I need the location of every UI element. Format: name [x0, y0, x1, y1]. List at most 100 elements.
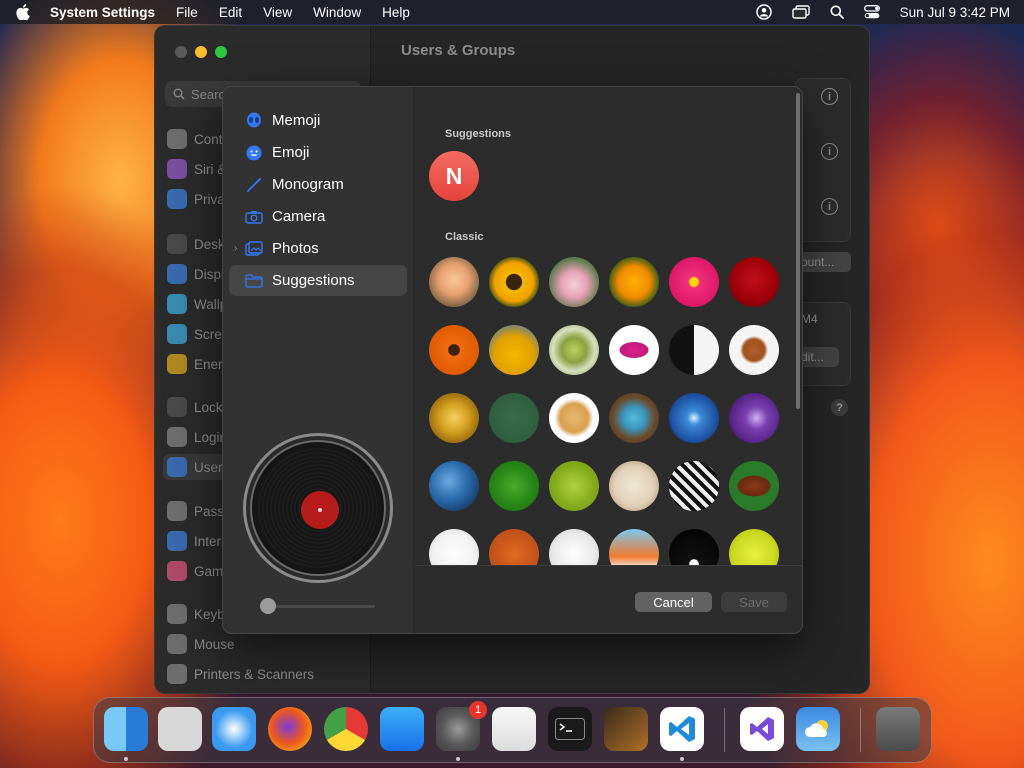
vscode-app-icon[interactable] [660, 707, 704, 751]
classic-picture-poppy[interactable] [609, 257, 659, 307]
classic-picture-leaf[interactable] [489, 461, 539, 511]
app-store-app-icon[interactable] [380, 707, 424, 751]
textedit-app-icon[interactable] [492, 707, 536, 751]
dock-separator [724, 708, 725, 752]
classic-picture-dandelion[interactable] [549, 325, 599, 375]
spotlight-search-icon[interactable] [830, 5, 844, 19]
source-camera[interactable]: Camera [229, 201, 407, 232]
user-account-icon[interactable] [755, 4, 772, 20]
classic-picture-sand-dollar[interactable] [609, 461, 659, 511]
source-suggestions[interactable]: Suggestions [229, 265, 407, 296]
safari-app-icon[interactable] [212, 707, 256, 751]
dock: 1 [93, 697, 932, 763]
info-icon[interactable]: i [821, 88, 838, 105]
firefox-app-icon[interactable] [268, 707, 312, 751]
classic-picture-chalkboard[interactable] [489, 393, 539, 443]
classic-picture-gingerbread[interactable] [729, 325, 779, 375]
sidebar-item-icon [167, 397, 187, 417]
classic-picture-lightning[interactable] [729, 393, 779, 443]
picture-preview[interactable] [243, 433, 393, 583]
add-account-button[interactable]: ount... [795, 252, 851, 272]
screen-mirroring-icon[interactable] [791, 5, 810, 19]
classic-picture-zebra[interactable] [669, 461, 719, 511]
classic-picture-tennis-ball[interactable] [729, 529, 779, 565]
source-label: Monogram [272, 176, 344, 193]
classic-picture-earth[interactable] [429, 461, 479, 511]
sidebar-item-icon [167, 531, 187, 551]
view-menu[interactable]: View [263, 5, 292, 20]
zoom-button[interactable] [215, 46, 227, 58]
memoji-icon [245, 112, 263, 130]
classic-picture-football[interactable] [729, 461, 779, 511]
classic-picture-snowflake[interactable] [669, 393, 719, 443]
source-monogram[interactable]: Monogram [229, 169, 407, 200]
source-photos[interactable]: › Photos [229, 233, 407, 264]
classic-picture-rose-peach[interactable] [429, 257, 479, 307]
source-memoji[interactable]: Memoji [229, 105, 407, 136]
trash-app-icon[interactable] [876, 707, 920, 751]
classic-picture-baseball[interactable] [429, 529, 479, 565]
zoom-slider-knob[interactable] [260, 598, 276, 614]
app-menu[interactable]: System Settings [50, 5, 155, 20]
classic-picture-cactus[interactable] [549, 461, 599, 511]
disclosure-chevron-icon[interactable]: › [234, 243, 237, 254]
chrome-app-icon[interactable] [324, 707, 368, 751]
sidebar-item-icon [167, 664, 187, 684]
sidebar-item[interactable]: Printers & Scanners [167, 661, 357, 687]
visual-studio-app-icon[interactable] [740, 707, 784, 751]
classic-picture-fortune-cookie[interactable] [549, 393, 599, 443]
gallery-scrollbar[interactable] [796, 93, 800, 409]
page-title: Users & Groups [401, 42, 516, 59]
sidebar-item-icon [167, 561, 187, 581]
classic-picture-red-rose[interactable] [729, 257, 779, 307]
menubar-clock[interactable]: Sun Jul 9 3:42 PM [900, 5, 1010, 20]
classic-picture-sunflower-field[interactable] [489, 325, 539, 375]
finder-app-icon[interactable] [104, 707, 148, 751]
control-center-icon[interactable] [863, 5, 880, 19]
app-running-indicator [456, 757, 460, 761]
sidebar-item-icon [167, 294, 187, 314]
monogram-suggestion[interactable]: N [429, 151, 479, 201]
classic-picture-yin-yang[interactable] [669, 325, 719, 375]
stepper-value: M4 [801, 312, 818, 326]
help-menu[interactable]: Help [382, 5, 410, 20]
classic-picture-pink-dahlia[interactable] [669, 257, 719, 307]
sidebar-item-icon [167, 457, 187, 477]
picker-sidebar: Memoji Emoji Monogram Camera › Photos Su… [223, 87, 414, 633]
classic-picture-orange-gerbera[interactable] [429, 325, 479, 375]
launchpad-app-icon[interactable] [158, 707, 202, 751]
folder-icon [245, 272, 263, 290]
weather-app-icon[interactable] [796, 707, 840, 751]
classic-picture-gold-medal[interactable] [429, 393, 479, 443]
zoom-slider-track[interactable] [263, 605, 375, 608]
source-label: Memoji [272, 112, 321, 129]
classic-picture-sunflower[interactable] [489, 257, 539, 307]
apple-menu-icon[interactable] [14, 3, 32, 21]
sidebar-item-icon [167, 324, 187, 344]
classic-picture-basketball[interactable] [489, 529, 539, 565]
sidebar-item[interactable]: Mouse [167, 631, 357, 657]
source-label: Emoji [272, 144, 310, 161]
classic-picture-lips[interactable] [609, 325, 659, 375]
classic-picture-eggs-nest[interactable] [609, 393, 659, 443]
sidebar-item-icon [167, 159, 187, 179]
classic-picture-surfboard[interactable] [609, 529, 659, 565]
save-button[interactable]: Save [721, 592, 787, 612]
window-menu[interactable]: Window [313, 5, 361, 20]
source-emoji[interactable]: Emoji [229, 137, 407, 168]
file-menu[interactable]: File [176, 5, 198, 20]
terminal-app-icon[interactable] [548, 707, 592, 751]
close-button[interactable] [175, 46, 187, 58]
info-icon[interactable]: i [821, 143, 838, 160]
classic-picture-golf-ball[interactable] [549, 529, 599, 565]
help-icon[interactable]: ? [831, 399, 848, 416]
picture-gallery: Suggestions N Classic [415, 87, 802, 565]
minimize-button[interactable] [195, 46, 207, 58]
edit-menu[interactable]: Edit [219, 5, 242, 20]
classic-picture-eight-ball[interactable] [669, 529, 719, 565]
info-icon[interactable]: i [821, 198, 838, 215]
cancel-button[interactable]: Cancel [635, 592, 712, 612]
search-icon [173, 88, 185, 100]
garageband-app-icon[interactable] [604, 707, 648, 751]
classic-picture-lotus[interactable] [549, 257, 599, 307]
